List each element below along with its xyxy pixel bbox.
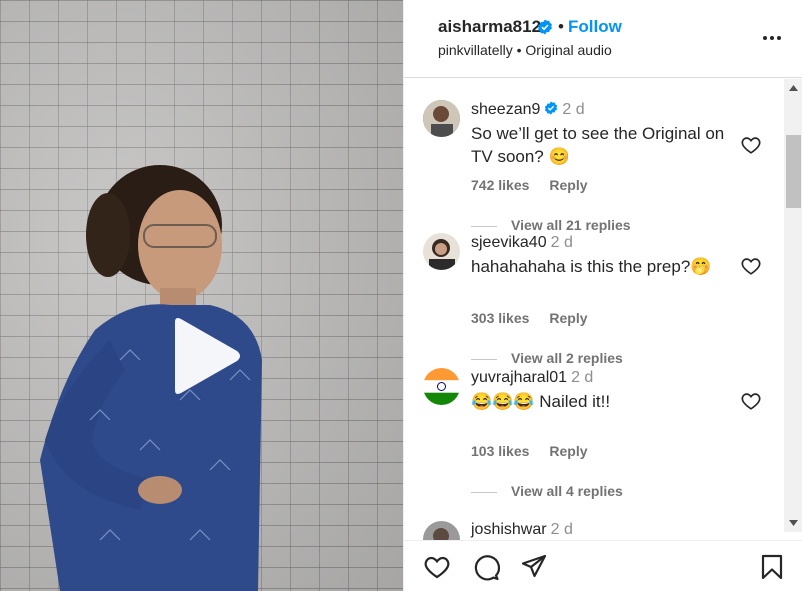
commenter-username[interactable]: sheezan9 bbox=[471, 101, 540, 118]
reply-button[interactable]: Reply bbox=[549, 310, 587, 326]
play-button[interactable] bbox=[165, 316, 245, 396]
comment-text: 😂😂😂 Nailed it!! bbox=[471, 392, 611, 411]
post-header: aisharma812 • Follow pinkvillatelly • Or… bbox=[404, 0, 802, 78]
comment-meta: 742 likes Reply bbox=[471, 177, 608, 193]
view-replies-button[interactable]: View all 2 replies bbox=[471, 350, 623, 366]
verified-badge-icon bbox=[545, 101, 558, 115]
comment-meta: 103 likes Reply bbox=[471, 443, 608, 459]
comment-likes[interactable]: 742 likes bbox=[471, 177, 529, 193]
follow-button[interactable]: Follow bbox=[568, 17, 622, 37]
comment-text: So we’ll get to see the Original on TV s… bbox=[471, 124, 725, 166]
view-replies-label: View all 21 replies bbox=[511, 217, 631, 233]
view-replies-button[interactable]: View all 21 replies bbox=[471, 217, 631, 233]
scroll-down-arrow-icon[interactable] bbox=[788, 518, 799, 528]
more-options-icon[interactable] bbox=[760, 26, 784, 50]
commenter-avatar[interactable] bbox=[423, 521, 460, 540]
view-replies-label: View all 2 replies bbox=[511, 350, 623, 366]
heart-icon[interactable] bbox=[740, 134, 762, 156]
commenter-username[interactable]: joshishwar bbox=[471, 521, 547, 538]
post-side-panel: aisharma812 • Follow pinkvillatelly • Or… bbox=[403, 0, 802, 591]
bookmark-icon[interactable] bbox=[758, 553, 786, 581]
commenter-username[interactable]: sjeevika40 bbox=[471, 234, 547, 251]
comment-likes[interactable]: 303 likes bbox=[471, 310, 529, 326]
comment-time[interactable]: 2 d bbox=[571, 369, 593, 386]
comment-time[interactable]: 2 d bbox=[551, 234, 573, 251]
replies-line bbox=[471, 225, 497, 227]
comment-time[interactable]: 2 d bbox=[562, 101, 584, 118]
comment-text: hahahahaha is this the prep?🤭 bbox=[471, 257, 712, 276]
comments-list: sheezan9 2 d So we’ll get to see the Orig… bbox=[404, 79, 784, 540]
comment-time[interactable]: 2 d bbox=[551, 521, 573, 538]
comment-icon[interactable] bbox=[472, 553, 500, 581]
commenter-username[interactable]: yuvrajharal01 bbox=[471, 369, 567, 386]
replies-line bbox=[471, 358, 497, 360]
view-replies-button[interactable]: View all 4 replies bbox=[471, 483, 623, 499]
verified-badge-icon bbox=[538, 19, 552, 35]
audio-separator: • bbox=[516, 42, 522, 58]
commenter-avatar[interactable] bbox=[423, 233, 460, 270]
commenter-avatar[interactable] bbox=[423, 100, 460, 137]
audio-account[interactable]: pinkvillatelly bbox=[438, 42, 513, 58]
heart-icon[interactable] bbox=[740, 390, 762, 412]
reply-button[interactable]: Reply bbox=[549, 443, 587, 459]
post-author-username[interactable]: aisharma812 bbox=[438, 17, 541, 37]
play-icon bbox=[175, 318, 240, 394]
video-frame-person bbox=[40, 165, 262, 591]
share-icon[interactable] bbox=[520, 553, 548, 581]
heart-icon[interactable] bbox=[740, 255, 762, 277]
view-replies-label: View all 4 replies bbox=[511, 483, 623, 499]
commenter-avatar[interactable] bbox=[423, 368, 460, 405]
post-action-bar bbox=[404, 540, 802, 591]
replies-line bbox=[471, 491, 497, 493]
reply-button[interactable]: Reply bbox=[549, 177, 587, 193]
post-media[interactable] bbox=[0, 0, 403, 591]
scroll-up-arrow-icon[interactable] bbox=[788, 83, 799, 93]
scrollbar-thumb[interactable] bbox=[786, 135, 801, 208]
heart-icon[interactable] bbox=[423, 553, 451, 581]
audio-line: pinkvillatelly • Original audio bbox=[438, 42, 612, 58]
comments-scrollbar[interactable] bbox=[784, 79, 802, 532]
comment-likes[interactable]: 103 likes bbox=[471, 443, 529, 459]
comment-meta: 303 likes Reply bbox=[471, 310, 608, 326]
audio-label[interactable]: Original audio bbox=[525, 42, 611, 58]
header-separator: • bbox=[558, 17, 564, 36]
india-flag-icon bbox=[423, 368, 460, 405]
